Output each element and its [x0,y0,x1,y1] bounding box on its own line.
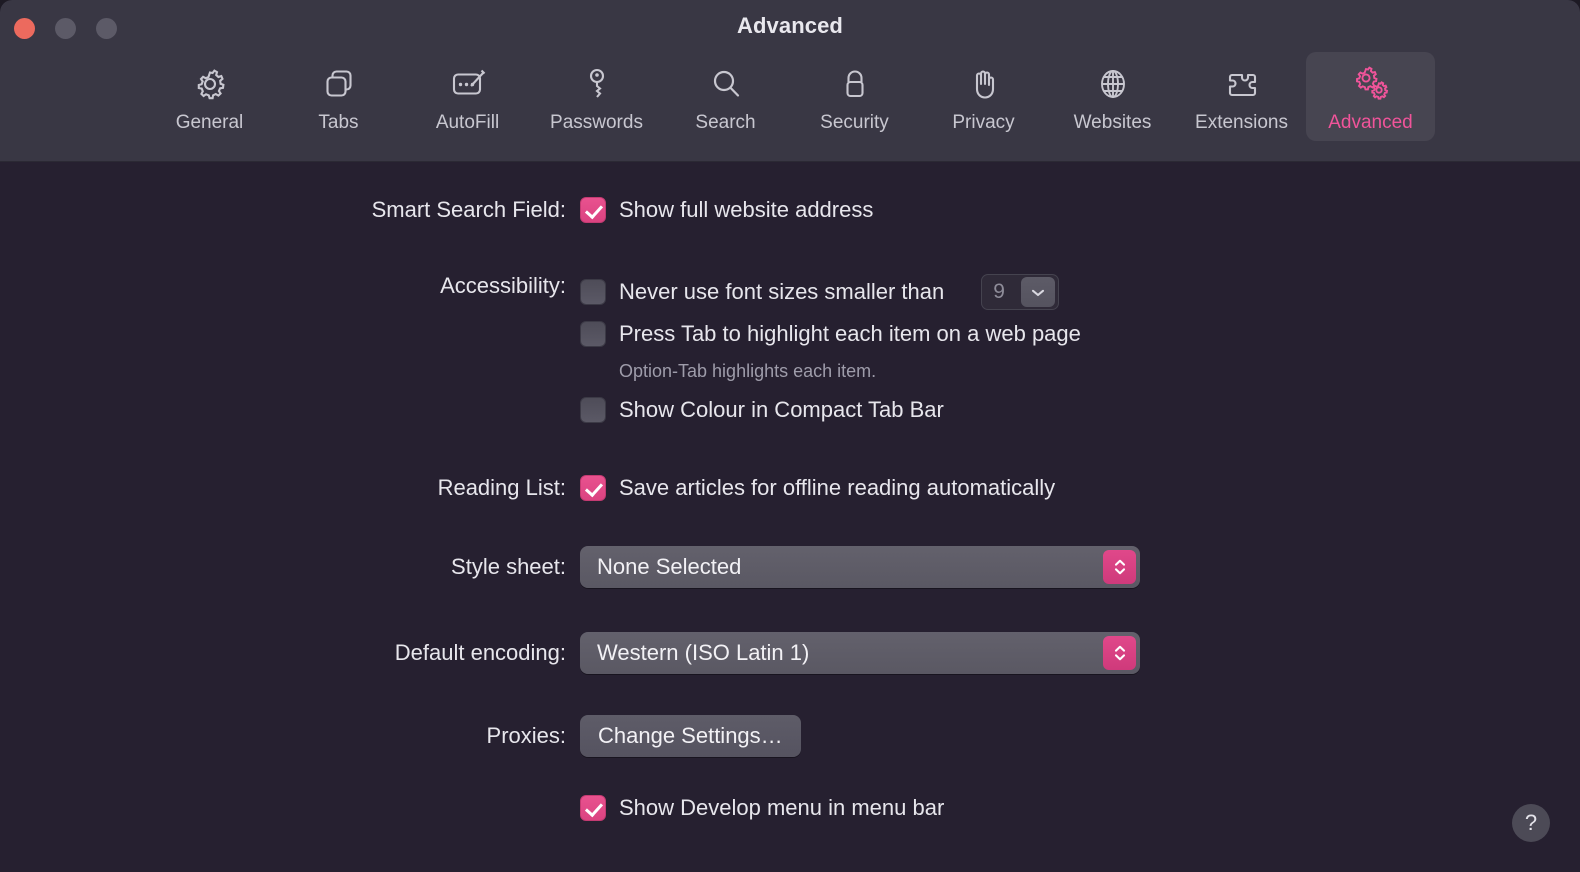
checkbox-show-develop-menu[interactable]: Show Develop menu in menu bar [580,794,944,822]
tab-label-autofill: AutoFill [435,112,500,133]
checkbox-label-show-develop-menu: Show Develop menu in menu bar [619,795,945,820]
style-sheet-popup-button[interactable]: None Selected [580,546,1140,588]
hint-option-tab: Option-Tab highlights each item. [619,361,877,381]
setting-row-accessibility: Accessibility: Never use font sizes smal… [330,272,1081,430]
default-encoding-value: Western (ISO Latin 1) [597,640,810,665]
checkbox-box-press-tab-to-highlight[interactable] [580,321,606,347]
advanced-settings-pane: Smart Search Field: Show full website ad… [0,162,1580,872]
tab-label-search: Search [695,112,756,133]
tab-security[interactable]: Security [790,52,919,141]
checkbox-label-show-full-website-address: Show full website address [619,197,874,222]
min-font-size-value: 9 [993,280,1005,303]
setting-row-proxies: Proxies: Change Settings… [330,715,801,757]
default-encoding-popup-button[interactable]: Western (ISO Latin 1) [580,632,1140,674]
tab-label-tabs: Tabs [318,112,359,133]
checkbox-box-show-colour-in-compact-tab-bar[interactable] [580,397,606,423]
checkbox-show-colour-in-compact-tab-bar[interactable]: Show Colour in Compact Tab Bar [580,390,944,430]
gear-icon [190,62,230,106]
checkbox-label-never-use-font-sizes-smaller-than: Never use font sizes smaller than [619,279,945,304]
tab-label-general: General [175,112,244,133]
label-accessibility: Accessibility: [440,273,566,298]
window-title: Advanced [737,13,843,38]
checkbox-never-use-font-sizes-smaller-than[interactable]: Never use font sizes smaller than 9 [580,272,1060,312]
tab-websites[interactable]: Websites [1048,52,1177,141]
two-gears-icon [1348,62,1394,106]
checkbox-box-show-develop-menu[interactable] [580,795,606,821]
checkbox-show-full-website-address[interactable]: Show full website address [580,196,873,224]
checkbox-label-press-tab-to-highlight: Press Tab to highlight each item on a we… [619,321,1081,346]
checkbox-box-show-full-website-address[interactable] [580,197,606,223]
checkbox-box-never-use-font-sizes-smaller-than[interactable] [580,279,606,305]
autofill-icon [447,62,489,106]
checkbox-label-show-colour-in-compact-tab-bar: Show Colour in Compact Tab Bar [619,397,944,422]
preferences-window: Advanced General Tabs AutoFill Passwords… [0,0,1580,872]
hand-icon [964,62,1004,106]
checkbox-save-articles-offline[interactable]: Save articles for offline reading automa… [580,474,1055,502]
label-default-encoding: Default encoding: [394,640,566,665]
tab-label-advanced: Advanced [1328,112,1413,133]
tabs-icon [319,62,359,106]
globe-icon [1093,62,1133,106]
chevron-up-down-icon[interactable] [1103,550,1136,584]
setting-row-style-sheet: Style sheet: None Selected [330,546,1140,588]
tab-autofill[interactable]: AutoFill [403,52,532,141]
label-style-sheet: Style sheet: [451,554,566,579]
checkbox-box-save-articles-offline[interactable] [580,475,606,501]
setting-row-default-encoding: Default encoding: Western (ISO Latin 1) [330,632,1140,674]
style-sheet-value: None Selected [597,554,742,579]
tab-extensions[interactable]: Extensions [1177,52,1306,141]
tab-general[interactable]: General [145,52,274,141]
tab-label-passwords: Passwords [550,112,643,133]
min-font-size-combobox[interactable]: 9 [981,274,1060,310]
tab-advanced[interactable]: Advanced [1306,52,1435,141]
label-reading-list: Reading List: [437,475,566,500]
tab-label-security: Security [820,112,889,133]
label-smart-search-field: Smart Search Field: [371,197,566,222]
label-proxies: Proxies: [486,723,566,748]
tab-tabs[interactable]: Tabs [274,52,403,141]
setting-row-reading-list: Reading List: Save articles for offline … [330,474,1055,502]
change-settings-button[interactable]: Change Settings… [580,715,801,757]
key-icon [577,62,617,106]
tab-privacy[interactable]: Privacy [919,52,1048,141]
chevron-up-down-icon[interactable] [1103,636,1136,670]
lock-icon [835,62,875,106]
setting-row-develop-menu: Show Develop menu in menu bar [580,794,944,822]
setting-row-smart-search-field: Smart Search Field: Show full website ad… [330,196,873,224]
puzzle-icon [1220,62,1264,106]
tab-label-privacy: Privacy [952,112,1015,133]
tab-label-websites: Websites [1073,112,1152,133]
checkbox-label-save-articles-offline: Save articles for offline reading automa… [619,475,1056,500]
help-button[interactable]: ? [1512,804,1550,842]
tab-label-extensions: Extensions [1195,112,1288,133]
checkbox-press-tab-to-highlight[interactable]: Press Tab to highlight each item on a we… [580,312,1081,356]
preferences-toolbar: General Tabs AutoFill Passwords Search S… [0,52,1580,141]
search-icon [706,62,746,106]
tab-passwords[interactable]: Passwords [532,52,661,141]
tab-search[interactable]: Search [661,52,790,141]
titlebar: Advanced General Tabs AutoFill Passwords… [0,0,1580,162]
chevron-down-icon[interactable] [1021,277,1056,307]
